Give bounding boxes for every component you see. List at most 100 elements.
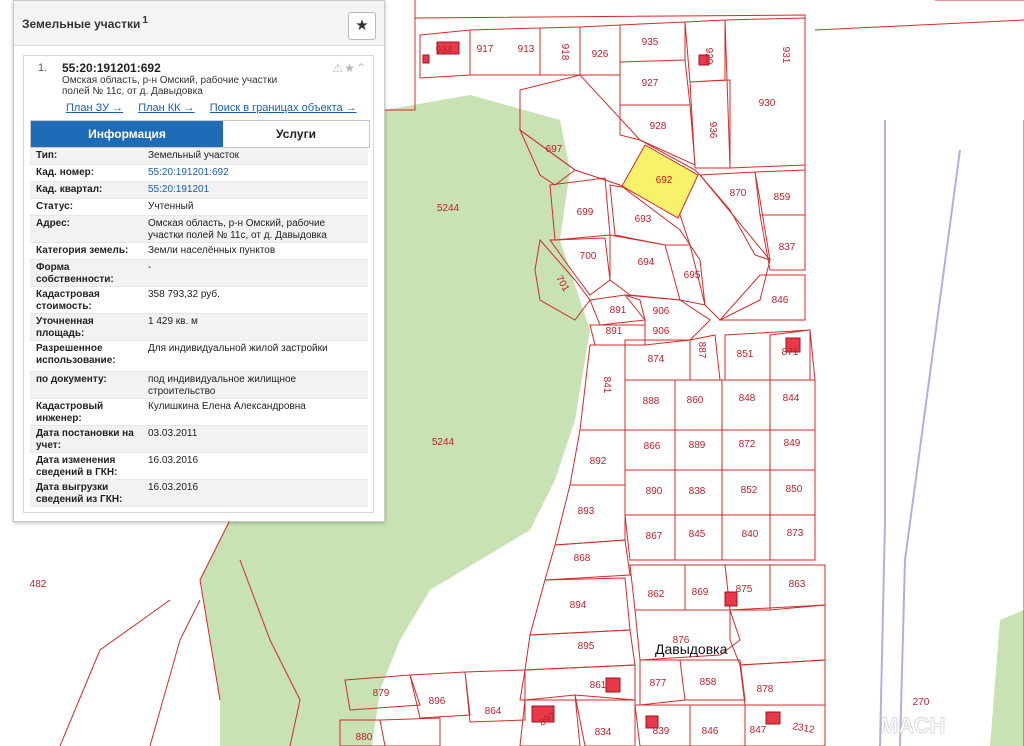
parcel-label: 895: [578, 641, 595, 652]
info-key: Разрешенное использование:: [36, 343, 116, 366]
info-row: Уточненная площадь: 1 429 кв. м: [30, 314, 368, 341]
parcel-label: 845: [689, 529, 706, 540]
parcel-label: 848: [739, 393, 756, 404]
parcel-label: 906: [653, 326, 670, 337]
parcel-label: 867: [646, 531, 663, 542]
info-key: Адрес:: [36, 218, 70, 229]
parcel-label: 926: [592, 49, 609, 60]
parcel-label: 936: [707, 122, 718, 139]
info-value: Для индивидуальной жилой застройки: [148, 343, 328, 354]
parcel-label: 930: [759, 98, 776, 109]
result-card: 1. 55:20:191201:692 Омская область, р-н …: [23, 55, 374, 513]
parcel-label: 931: [780, 47, 791, 64]
info-value: под индивидуальное жилищное строительств…: [148, 374, 297, 397]
road-line-2: [899, 149, 961, 746]
plan-kk-link[interactable]: План КК →: [138, 102, 194, 114]
info-key: Дата выгрузки сведений из ГКН:: [36, 482, 123, 505]
parcel-label: 5244: [432, 437, 455, 448]
info-row: Дата постановки на учет: 03.03.2011: [30, 426, 368, 453]
parcel-label: 840: [742, 529, 759, 540]
info-value: Кулишкина Елена Александровна: [148, 401, 306, 412]
parcel-label: 887: [696, 342, 707, 359]
parcel-label: 694: [638, 257, 655, 268]
result-number: 1.: [38, 62, 48, 74]
info-value: Омская область, р-н Омский, рабочие учас…: [148, 218, 327, 241]
parcel-label: 838: [689, 486, 706, 497]
parcel-label: 862: [648, 589, 665, 600]
panel-title: Земельные участки 1: [22, 15, 148, 31]
parcel-label: 878: [757, 684, 774, 695]
result-links: План ЗУ → План КК → Поиск в границах объ…: [66, 102, 369, 114]
info-row: Кадастровый инженер: Кулишкина Елена Алек…: [30, 399, 368, 426]
tab-services[interactable]: Услуги: [223, 121, 369, 147]
info-value: Учтенный: [148, 201, 194, 212]
info-key: Категория земель:: [36, 245, 129, 256]
parcel-label: 699: [577, 207, 594, 218]
tab-information[interactable]: Информация: [31, 121, 223, 147]
info-key: Кад. номер:: [36, 167, 95, 178]
parcel-label: 849: [784, 438, 801, 449]
plan-zu-link[interactable]: План ЗУ →: [66, 102, 123, 114]
parcel-label: 482: [30, 579, 47, 590]
info-key: Кадастровая стоимость:: [36, 289, 100, 312]
parcel-label: 693: [635, 214, 652, 225]
parcel-label: 873: [787, 528, 804, 539]
info-value[interactable]: 55:20:191201: [148, 184, 362, 196]
info-key: Форма собственности:: [36, 262, 114, 285]
parcel-label: 864: [485, 706, 502, 717]
parcel-label: 890: [646, 486, 663, 497]
parcel-label: 894: [570, 600, 587, 611]
parcel-label: 2312: [792, 721, 816, 736]
parcel-label: 700: [580, 251, 597, 262]
info-row: Кад. квартал: 55:20:191201: [30, 182, 368, 199]
info-key: Статус:: [36, 201, 74, 212]
tabs: Информация Услуги: [30, 120, 370, 148]
parcel-label: 917: [477, 44, 494, 55]
info-value: 358 793,32 руб.: [148, 289, 220, 300]
info-key: по документу:: [36, 374, 107, 385]
info-row: Адрес: Омская область, р-н Омский, рабочи…: [30, 216, 368, 243]
parcel-label: 935: [642, 37, 659, 48]
result-action-icons[interactable]: ⚠★⌃: [332, 61, 367, 75]
parcel-label: 858: [700, 677, 717, 688]
info-row: Статус: Учтенный: [30, 199, 368, 216]
parcel-label: 891: [610, 305, 627, 316]
panel-title-text: Земельные участки: [22, 17, 141, 31]
info-row: Тип: Земельный участок: [30, 148, 368, 165]
parcel-label: 872: [739, 439, 756, 450]
parcel-label: 869: [692, 587, 709, 598]
search-in-bounds-link[interactable]: Поиск в границах объекта →: [210, 102, 357, 114]
parcel-label: 893: [578, 506, 595, 517]
parcel-label: 918: [559, 44, 570, 61]
parcel-label: 913: [518, 44, 535, 55]
parcel-label: 870: [730, 188, 747, 199]
parcel-label: 866: [644, 441, 661, 452]
info-key: Уточненная площадь:: [36, 316, 94, 339]
parcel-label: 880: [356, 732, 373, 743]
result-count: 1: [142, 15, 148, 26]
panel-header: Земельные участки 1 ★: [14, 1, 384, 46]
info-row: Дата изменения сведений в ГКН: 16.03.2016: [30, 453, 368, 480]
parcel-label: 841: [601, 377, 612, 394]
parcel-label: 892: [590, 456, 607, 467]
info-value[interactable]: 55:20:191201:692: [148, 167, 362, 179]
parcel-label: 692: [656, 175, 673, 186]
parcel-label: 844: [783, 393, 800, 404]
parcel-label: 837: [779, 242, 796, 253]
info-value: 16.03.2016: [148, 455, 199, 466]
parcel-label: 891: [606, 326, 623, 337]
parcel-label: 879: [373, 688, 390, 699]
favorite-star-icon[interactable]: ★: [348, 12, 376, 40]
info-key: Кад. квартал:: [36, 184, 103, 195]
parcel-label: 850: [786, 484, 803, 495]
info-value: -: [148, 262, 152, 273]
info-row: Форма собственности: -: [30, 260, 368, 287]
parcel-label: 927: [642, 78, 659, 89]
parcel-label: 270: [913, 697, 930, 708]
parcel-label: 888: [643, 396, 660, 407]
parcel-label: 868: [574, 553, 591, 564]
info-row: по документу: под индивидуальное жилищное…: [30, 372, 368, 399]
info-key: Дата изменения сведений в ГКН:: [36, 455, 118, 478]
cadastral-id-title[interactable]: 55:20:191201:692: [62, 61, 161, 75]
parcel-label: 928: [650, 121, 667, 132]
